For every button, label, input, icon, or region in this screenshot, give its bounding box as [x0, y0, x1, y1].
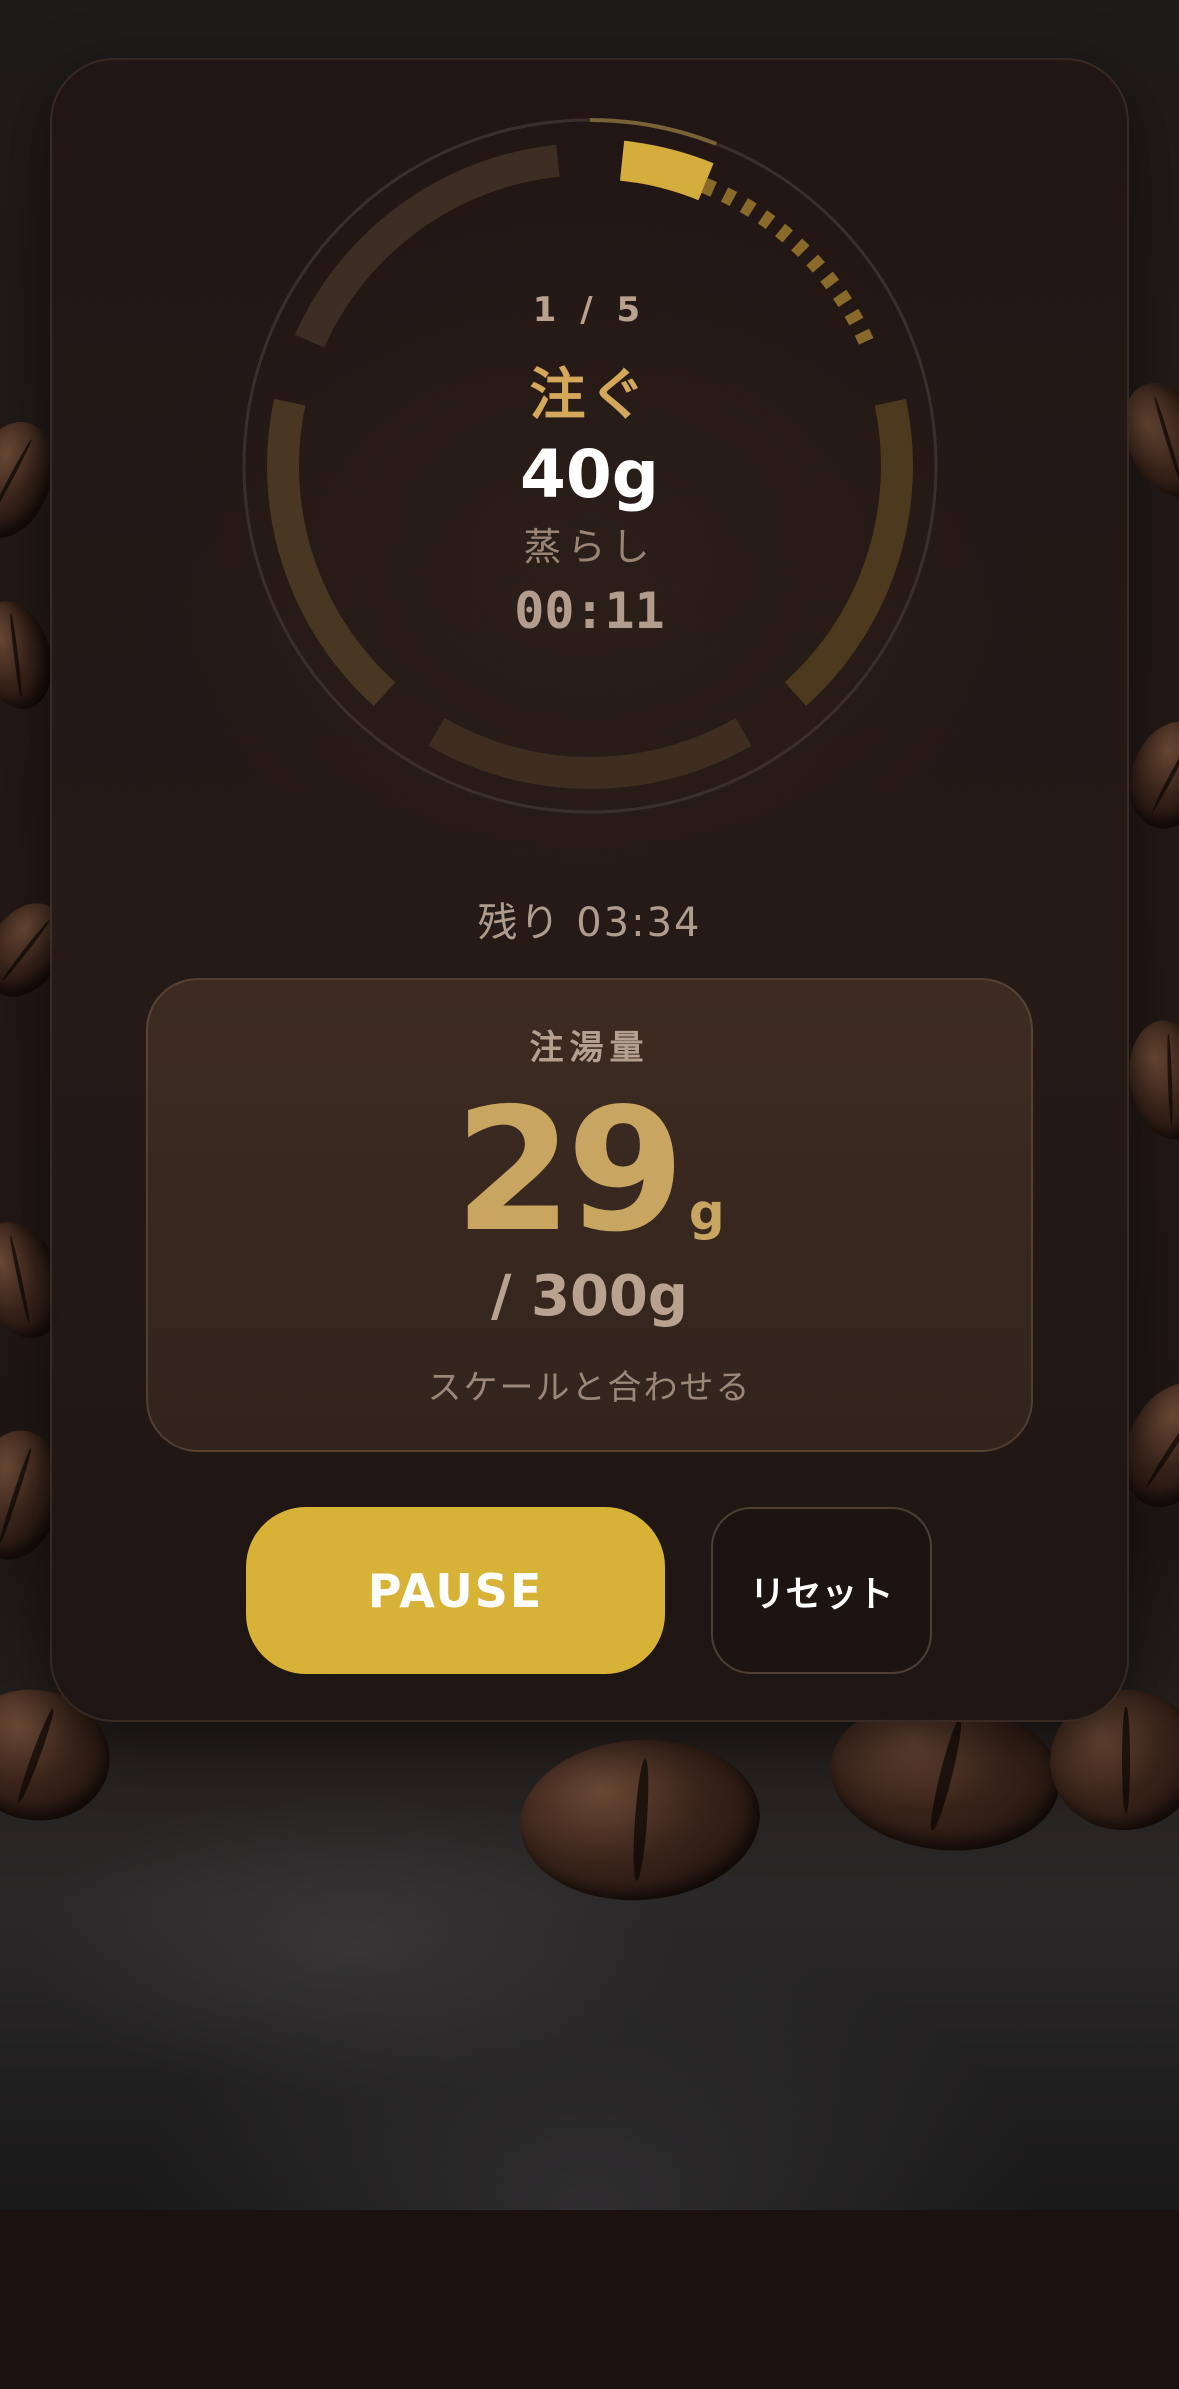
water-amount-display: 29 g	[0, 1086, 1179, 1256]
step-counter: 1 / 5	[532, 290, 647, 330]
scale-sync-hint: スケールと合わせる	[427, 1368, 752, 1408]
water-amount-value: 29	[454, 1072, 685, 1270]
step-target-amount: 40g	[519, 436, 660, 513]
remaining-time: 残り 03:34	[477, 900, 702, 946]
ring-step-segment	[428, 717, 752, 789]
water-amount-label: 注湯量	[529, 1028, 650, 1068]
ring-active-progress	[619, 140, 714, 201]
pause-button[interactable]: PAUSE	[246, 1507, 665, 1674]
step-name: 蒸らし	[523, 525, 656, 569]
bean-image	[514, 1731, 766, 1909]
step-action-label: 注ぐ	[529, 363, 650, 428]
water-amount-unit: g	[688, 1183, 725, 1241]
step-elapsed-timer: 00:11	[514, 582, 665, 640]
reset-button[interactable]: リセット	[711, 1507, 932, 1674]
ring-progress-ticks	[589, 118, 717, 146]
ring-outer-progress	[589, 118, 717, 146]
bottom-bar	[0, 2210, 1179, 2389]
water-target-amount: / 300g	[491, 1264, 688, 1329]
